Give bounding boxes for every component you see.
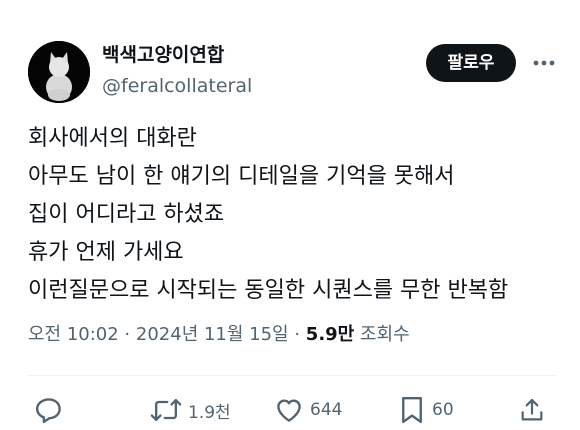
user-handle[interactable]: @feralcollateral [102,72,252,100]
tweet-header: 백색고양이연합 @feralcollateral 팔로우 [28,40,560,104]
views-count[interactable]: 5.9만 [306,324,354,345]
bookmark-count: 60 [432,400,454,420]
action-bar: 1.9천 644 60 [28,392,558,428]
retweet-button[interactable]: 1.9천 [150,392,231,428]
share-button[interactable] [518,392,546,428]
tweet-text: 회사에서의 대화란 아무도 남이 한 얘기의 디테일을 기억을 못해서 집이 어… [28,120,558,310]
views-label: 조회수 [354,324,410,345]
heart-icon [277,399,301,422]
like-button[interactable]: 644 [274,392,342,428]
meta-separator: · [288,324,306,345]
tweet-line: 휴가 언제 가세요 [28,240,184,265]
retweet-icon [150,398,182,422]
bookmark-icon [402,396,422,424]
tweet-line: 이런질문으로 시작되는 동일한 시퀀스를 무한 반복함 [28,278,509,303]
tweet-line: 집이 어디라고 하셨죠 [28,202,225,227]
tweet-meta: 오전 10:02 · 2024년 11월 15일 · 5.9만 조회수 [28,322,410,348]
avatar[interactable] [28,41,90,103]
retweet-count: 1.9천 [188,402,231,423]
follow-button[interactable]: 팔로우 [426,44,516,82]
divider [28,375,556,376]
reply-icon [35,398,61,424]
user-names: 백색고양이연합 @feralcollateral [102,42,252,100]
bookmark-button[interactable]: 60 [398,392,454,428]
more-horizontal-icon[interactable] [528,48,560,78]
tweet-line: 아무도 남이 한 얘기의 디테일을 기억을 못해서 [28,164,455,189]
share-icon [521,398,543,421]
reply-button[interactable] [34,392,64,428]
display-name[interactable]: 백색고양이연합 [102,42,252,68]
cat-photo [28,41,90,103]
like-count: 644 [310,400,343,420]
timestamp[interactable]: 오전 10:02 · 2024년 11월 15일 [28,324,289,345]
tweet-line: 회사에서의 대화란 [28,126,197,151]
